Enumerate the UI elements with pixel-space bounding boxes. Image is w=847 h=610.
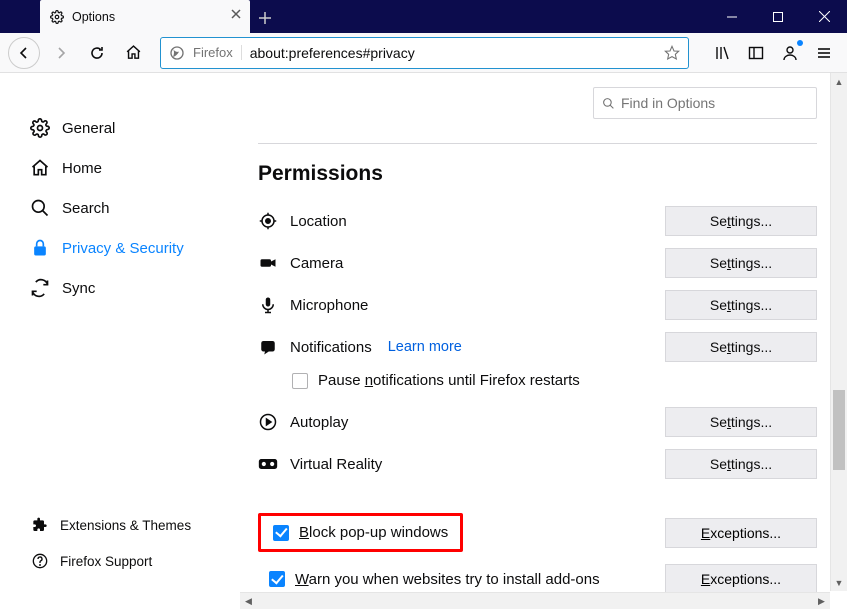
exceptions-button-addons[interactable]: Exceptions... <box>665 564 817 594</box>
block-popups-label: Block pop-up windows <box>299 524 448 541</box>
window-maximize-button[interactable] <box>755 0 801 33</box>
permission-row-notifications: Notifications Learn more Settings... <box>258 326 817 368</box>
permission-label: Virtual Reality <box>290 456 382 473</box>
find-input[interactable] <box>621 95 808 111</box>
search-icon <box>30 198 50 218</box>
vr-icon <box>258 457 278 471</box>
bookmark-star-icon[interactable] <box>664 45 680 61</box>
gear-icon <box>50 10 64 24</box>
permission-row-location: Location Settings... <box>258 200 817 242</box>
scroll-thumb[interactable] <box>833 390 845 470</box>
question-icon <box>30 551 50 571</box>
library-icon[interactable] <box>707 38 737 68</box>
new-tab-button[interactable] <box>250 3 280 33</box>
sidebar-item-support[interactable]: Firefox Support <box>30 543 191 579</box>
sidebar-item-label: Privacy & Security <box>62 240 184 257</box>
settings-button-autoplay[interactable]: Settings... <box>665 407 817 437</box>
warn-addons-label: Warn you when websites try to install ad… <box>295 571 600 588</box>
tab-close-icon[interactable] <box>230 8 242 20</box>
forward-button <box>46 38 76 68</box>
menu-icon[interactable] <box>809 38 839 68</box>
scroll-htrack[interactable] <box>257 593 813 609</box>
gear-icon <box>30 118 50 138</box>
home-icon <box>30 158 50 178</box>
sidebar-item-label: Extensions & Themes <box>60 518 191 533</box>
identity-label: Firefox <box>193 45 242 60</box>
browser-tab[interactable]: Options <box>40 0 250 33</box>
notification-icon <box>258 338 278 356</box>
sidebar-item-privacy[interactable]: Privacy & Security <box>30 228 240 268</box>
permission-label: Autoplay <box>290 414 348 431</box>
warn-addons-checkbox[interactable] <box>269 571 285 587</box>
scroll-track[interactable] <box>831 90 847 574</box>
horizontal-scrollbar[interactable]: ◀ ▶ <box>240 592 830 609</box>
section-title-permissions: Permissions <box>258 162 817 186</box>
sidebar-item-label: Search <box>62 200 110 217</box>
window-minimize-button[interactable] <box>709 0 755 33</box>
address-bar[interactable]: Firefox <box>160 37 689 69</box>
navigation-toolbar: Firefox <box>0 33 847 73</box>
settings-button-camera[interactable]: Settings... <box>665 248 817 278</box>
permission-label: Location <box>290 213 347 230</box>
permission-row-vr: Virtual Reality Settings... <box>258 443 817 485</box>
settings-button-vr[interactable]: Settings... <box>665 449 817 479</box>
pause-notifications-row: Pause notifications until Firefox restar… <box>258 368 817 401</box>
vertical-scrollbar[interactable]: ▲ ▼ <box>830 73 847 591</box>
sidebar-item-label: Sync <box>62 280 95 297</box>
search-icon <box>602 97 615 110</box>
preferences-main: Permissions Location Settings... Camera … <box>240 73 847 609</box>
pause-notifications-checkbox[interactable] <box>292 373 308 389</box>
location-icon <box>258 212 278 230</box>
camera-icon <box>258 254 278 272</box>
learn-more-link[interactable]: Learn more <box>388 339 462 355</box>
sidebar-item-label: General <box>62 120 115 137</box>
sidebar-item-label: Home <box>62 160 102 177</box>
scroll-down-icon[interactable]: ▼ <box>831 574 847 591</box>
permission-label: Camera <box>290 255 343 272</box>
autoplay-icon <box>258 413 278 431</box>
preferences-sidebar: General Home Search Privacy & Security S… <box>0 73 240 609</box>
divider <box>258 143 817 144</box>
exceptions-button-popups[interactable]: Exceptions... <box>665 518 817 548</box>
sidebar-item-general[interactable]: General <box>30 108 240 148</box>
sync-icon <box>30 278 50 298</box>
sidebar-toggle-icon[interactable] <box>741 38 771 68</box>
settings-button-location[interactable]: Settings... <box>665 206 817 236</box>
firefox-icon <box>169 45 185 61</box>
block-popups-checkbox[interactable] <box>273 525 289 541</box>
account-icon[interactable] <box>775 38 805 68</box>
permission-row-camera: Camera Settings... <box>258 242 817 284</box>
home-button[interactable] <box>118 38 148 68</box>
find-in-options[interactable] <box>593 87 817 119</box>
sidebar-item-sync[interactable]: Sync <box>30 268 240 308</box>
sidebar-item-home[interactable]: Home <box>30 148 240 188</box>
permission-label: Microphone <box>290 297 368 314</box>
back-button[interactable] <box>8 37 40 69</box>
scroll-right-icon[interactable]: ▶ <box>813 593 830 610</box>
block-popups-row: Block pop-up windows Exceptions... <box>258 507 817 558</box>
permission-row-autoplay: Autoplay Settings... <box>258 401 817 443</box>
reload-button[interactable] <box>82 38 112 68</box>
puzzle-icon <box>30 515 50 535</box>
permission-label: Notifications <box>290 339 372 356</box>
scroll-left-icon[interactable]: ◀ <box>240 593 257 610</box>
sidebar-item-search[interactable]: Search <box>30 188 240 228</box>
window-close-button[interactable] <box>801 0 847 33</box>
lock-icon <box>30 238 50 258</box>
settings-button-microphone[interactable]: Settings... <box>665 290 817 320</box>
microphone-icon <box>258 296 278 314</box>
block-popups-highlight: Block pop-up windows <box>258 513 463 552</box>
sidebar-item-label: Firefox Support <box>60 554 152 569</box>
url-input[interactable] <box>250 45 656 61</box>
scroll-up-icon[interactable]: ▲ <box>831 73 847 90</box>
window-titlebar: Options <box>0 0 847 33</box>
tab-title: Options <box>72 10 115 24</box>
settings-button-notifications[interactable]: Settings... <box>665 332 817 362</box>
pause-notifications-label: Pause notifications until Firefox restar… <box>318 372 580 389</box>
permission-row-microphone: Microphone Settings... <box>258 284 817 326</box>
sidebar-item-extensions[interactable]: Extensions & Themes <box>30 507 191 543</box>
